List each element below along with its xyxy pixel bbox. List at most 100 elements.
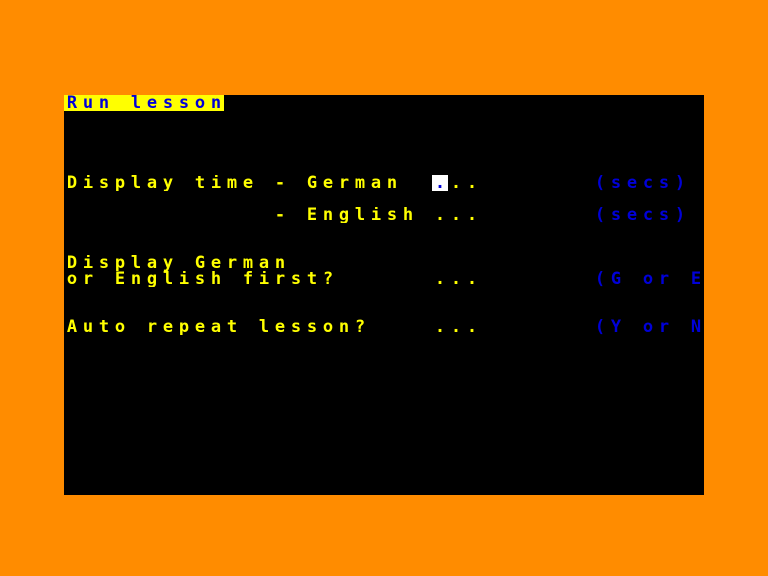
char-cell: G xyxy=(194,255,206,271)
char-cell: a xyxy=(146,175,158,191)
char-cell: r xyxy=(658,319,670,335)
char-cell: s xyxy=(98,255,110,271)
char-cell xyxy=(624,319,640,335)
char-cell: n xyxy=(208,95,224,111)
char-cell: r xyxy=(82,271,94,287)
char-cell: D xyxy=(66,175,78,191)
char-cell: o xyxy=(114,319,126,335)
char-cell: n xyxy=(96,95,112,111)
char-cell: Y xyxy=(610,319,622,335)
char-cell: i xyxy=(82,175,94,191)
char-cell: t xyxy=(194,175,206,191)
char-cell: i xyxy=(258,271,270,287)
char-cell: g xyxy=(146,271,158,287)
char-cell: . xyxy=(466,271,478,287)
char-cell: s xyxy=(98,175,110,191)
char-cell xyxy=(96,271,112,287)
char-cell: R xyxy=(64,95,80,111)
char-cell xyxy=(128,319,144,335)
char-cell: l xyxy=(258,319,270,335)
char-cell: ( xyxy=(594,319,606,335)
char-cell: D xyxy=(66,255,78,271)
char-cell: i xyxy=(178,271,190,287)
char-cell: e xyxy=(274,319,286,335)
char-cell: o xyxy=(642,319,654,335)
char-cell: f xyxy=(242,271,254,287)
auto-repeat-label: Auto repeat l e s s o n? xyxy=(64,319,368,335)
char-cell: g xyxy=(338,207,350,223)
title-text: Run lesson xyxy=(64,95,224,111)
char-cell: r xyxy=(338,175,350,191)
char-cell: p xyxy=(114,175,126,191)
char-cell xyxy=(672,319,688,335)
char-cell: N xyxy=(690,319,702,335)
char-cell: ( xyxy=(594,207,606,223)
char-cell: s xyxy=(306,319,318,335)
char-cell: . xyxy=(466,175,478,191)
char-cell: s xyxy=(194,271,206,287)
char-cell: r xyxy=(146,319,158,335)
char-cell: m xyxy=(242,255,254,271)
char-cell: . xyxy=(450,207,462,223)
char-cell: l xyxy=(130,255,142,271)
char-cell: ( xyxy=(594,175,606,191)
char-cell: s xyxy=(290,271,302,287)
char-cell: E xyxy=(306,207,318,223)
char-cell: s xyxy=(658,207,670,223)
char-cell: i xyxy=(370,207,382,223)
char-cell: y xyxy=(162,255,174,271)
display-time-english-input[interactable]: ... xyxy=(432,207,480,223)
char-cell xyxy=(176,255,192,271)
char-cell: a xyxy=(146,255,158,271)
row-first-language-line2: or English first? ... (G or E) xyxy=(64,271,704,287)
char-cell: n xyxy=(274,255,286,271)
char-cell: a xyxy=(210,319,222,335)
char-cell xyxy=(256,175,272,191)
char-cell: ? xyxy=(354,319,366,335)
char-cell: s xyxy=(658,175,670,191)
char-cell: ) xyxy=(674,175,686,191)
char-cell: e xyxy=(162,319,174,335)
char-cell: a xyxy=(258,255,270,271)
char-cell: l xyxy=(162,271,174,287)
char-cell: i xyxy=(210,175,222,191)
char-cell: ? xyxy=(322,271,334,287)
title-bar: Run lesson xyxy=(64,95,704,111)
first-language-label-line2: or English f i r s t? xyxy=(64,271,336,287)
row-display-time-german: Display time - German ... (s e c s) xyxy=(64,175,704,191)
char-cell: . xyxy=(450,271,462,287)
char-cell: . xyxy=(434,319,446,335)
char-cell xyxy=(240,319,256,335)
char-cell: i xyxy=(82,255,94,271)
first-language-hint: (G or E) xyxy=(592,271,704,287)
char-cell xyxy=(176,175,192,191)
char-cell: o xyxy=(192,95,208,111)
auto-repeat-input[interactable]: ... xyxy=(432,319,480,335)
char-cell: t xyxy=(226,319,238,335)
char-cell: s xyxy=(610,175,622,191)
char-cell: l xyxy=(130,175,142,191)
text-cursor[interactable]: . xyxy=(432,175,448,191)
char-cell: - xyxy=(274,175,286,191)
char-cell: a xyxy=(370,175,382,191)
char-cell: e xyxy=(210,255,222,271)
char-cell: n xyxy=(130,271,142,287)
char-cell: o xyxy=(642,271,654,287)
display-time-german-input[interactable]: ... xyxy=(432,175,480,191)
char-cell: s xyxy=(290,319,302,335)
char-cell: t xyxy=(306,271,318,287)
char-cell: r xyxy=(226,255,238,271)
char-cell: r xyxy=(658,271,670,287)
row-auto-repeat: Auto repeat lesson? ... (Y or N) xyxy=(64,319,704,335)
char-cell: e xyxy=(242,175,254,191)
char-cell: e xyxy=(626,175,638,191)
char-cell xyxy=(224,271,240,287)
char-cell xyxy=(288,175,304,191)
char-cell: . xyxy=(434,207,446,223)
char-cell: h xyxy=(210,271,222,287)
char-cell: . xyxy=(450,319,462,335)
char-cell: E xyxy=(690,271,702,287)
char-cell: u xyxy=(82,319,94,335)
first-language-input[interactable]: ... xyxy=(432,271,480,287)
display-time-english-hint: (s e c s) xyxy=(592,207,688,223)
